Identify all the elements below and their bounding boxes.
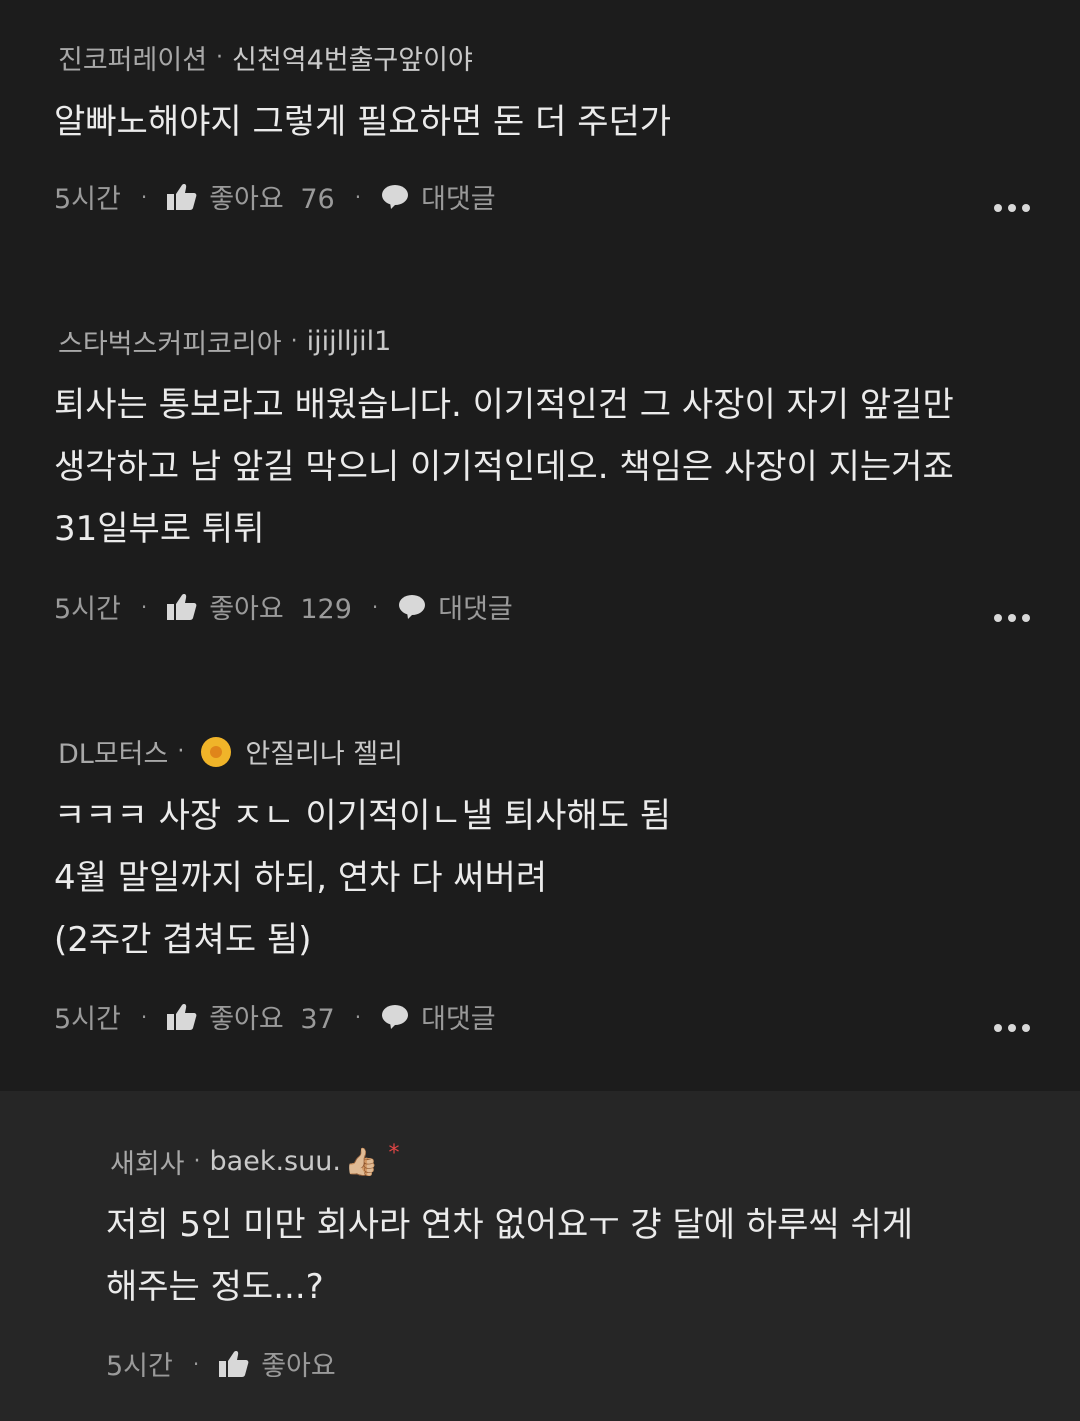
comment-author[interactable]: 진코퍼레이션 · 신천역4번출구앞이야 — [58, 38, 473, 77]
more-options-icon[interactable] — [994, 614, 1030, 622]
like-count: 37 — [300, 1004, 335, 1035]
thumbs-up-emoji-icon: 👍🏼 — [344, 1146, 379, 1178]
meta-separator: · — [290, 329, 298, 354]
comment-author[interactable]: 새회사 · baek.suu. 👍🏼 * — [110, 1141, 400, 1181]
action-separator: · — [354, 184, 362, 209]
comment-line: 알빠노해야지 그렇게 필요하면 돈 더 주던가 — [54, 102, 672, 142]
comment-line: 해주는 정도...? — [106, 1267, 324, 1307]
comment-body: 알빠노해야지 그렇게 필요하면 돈 더 주던가 — [54, 91, 1040, 153]
nickname: ijijlljil1 — [306, 326, 392, 357]
like-button[interactable]: 좋아요 76 — [209, 177, 334, 216]
comment-line: (2주간 겹쳐도 됨) — [54, 920, 312, 960]
thumbs-up-icon[interactable] — [167, 183, 197, 211]
company-name: 새회사 — [110, 1149, 185, 1180]
thumbs-up-icon[interactable] — [167, 593, 197, 621]
action-separator: · — [140, 184, 148, 209]
nickname: baek.suu. — [209, 1146, 341, 1177]
more-options-icon[interactable] — [994, 204, 1030, 212]
timestamp: 5시간 — [54, 184, 121, 215]
meta-separator: · — [177, 739, 185, 764]
comment-line: 4월 말일까지 하되, 연차 다 써버려 — [54, 858, 548, 898]
comment-line: 31일부로 튀튀 — [54, 509, 265, 549]
comment-body: ㅋㅋㅋ 사장 ㅈㄴ 이기적이ㄴ낼 퇴사해도 됨 4월 말일까지 하되, 연차 다… — [54, 785, 1040, 971]
company-name: DL모터스 — [58, 739, 169, 770]
comment-author[interactable]: 스타벅스커피코리아 · ijijlljil1 — [58, 322, 391, 361]
user-badge-icon — [201, 736, 232, 767]
action-separator: · — [140, 594, 148, 619]
reply-button[interactable]: 대댓글 — [421, 997, 496, 1036]
like-label: 좋아요 — [209, 594, 284, 625]
thumbs-up-icon[interactable] — [167, 1003, 197, 1031]
more-options-icon[interactable] — [994, 1024, 1030, 1032]
action-separator: · — [140, 1004, 148, 1029]
timestamp: 5시간 — [54, 594, 121, 625]
reply-button[interactable]: 대댓글 — [421, 177, 496, 216]
like-button[interactable]: 좋아요 — [261, 1344, 336, 1383]
company-name: 진코퍼레이션 — [58, 45, 208, 76]
comment-line: 생각하고 남 앞길 막으니 이기적인데오. 책임은 사장이 지는거죠 — [54, 447, 954, 487]
author-mark: * — [388, 1141, 400, 1166]
comment-actions: 5시간 · 좋아요 — [106, 1344, 336, 1383]
nickname: 신천역4번출구앞이야 — [232, 45, 473, 76]
speech-bubble-icon[interactable] — [381, 184, 409, 210]
reply-button[interactable]: 대댓글 — [438, 587, 513, 626]
comment-actions: 5시간 · 좋아요 76 · 대댓글 — [54, 177, 496, 216]
like-button[interactable]: 좋아요 129 — [209, 587, 352, 626]
action-separator: · — [354, 1004, 362, 1029]
comment-line: 저희 5인 미만 회사라 연차 없어요ㅜ 걍 달에 하루씩 쉬게 — [106, 1205, 914, 1245]
timestamp: 5시간 — [106, 1351, 173, 1382]
action-separator: · — [192, 1351, 200, 1376]
comment-actions: 5시간 · 좋아요 129 · 대댓글 — [54, 587, 513, 626]
like-label: 좋아요 — [209, 1004, 284, 1035]
meta-separator: · — [193, 1149, 201, 1174]
speech-bubble-icon[interactable] — [398, 594, 426, 620]
like-button[interactable]: 좋아요 37 — [209, 997, 334, 1036]
timestamp: 5시간 — [54, 1004, 121, 1035]
comment-actions: 5시간 · 좋아요 37 · 대댓글 — [54, 997, 496, 1036]
comment-body: 퇴사는 통보라고 배웠습니다. 이기적인건 그 사장이 자기 앞길만 생각하고 … — [54, 374, 1040, 560]
comment-author[interactable]: DL모터스 · 안질리나 젤리 — [58, 732, 403, 771]
comment-line: 퇴사는 통보라고 배웠습니다. 이기적인건 그 사장이 자기 앞길만 — [54, 385, 954, 425]
like-count: 129 — [300, 594, 352, 625]
like-label: 좋아요 — [209, 184, 284, 215]
company-name: 스타벅스커피코리아 — [58, 329, 282, 360]
comment-line: ㅋㅋㅋ 사장 ㅈㄴ 이기적이ㄴ낼 퇴사해도 됨 — [54, 796, 672, 836]
nickname: 안질리나 젤리 — [245, 739, 403, 770]
meta-separator: · — [216, 45, 224, 70]
action-separator: · — [371, 594, 379, 619]
speech-bubble-icon[interactable] — [381, 1004, 409, 1030]
like-count: 76 — [300, 184, 335, 215]
comment-body: 저희 5인 미만 회사라 연차 없어요ㅜ 걍 달에 하루씩 쉬게 해주는 정도.… — [106, 1194, 1040, 1318]
thumbs-up-icon[interactable] — [219, 1350, 249, 1378]
